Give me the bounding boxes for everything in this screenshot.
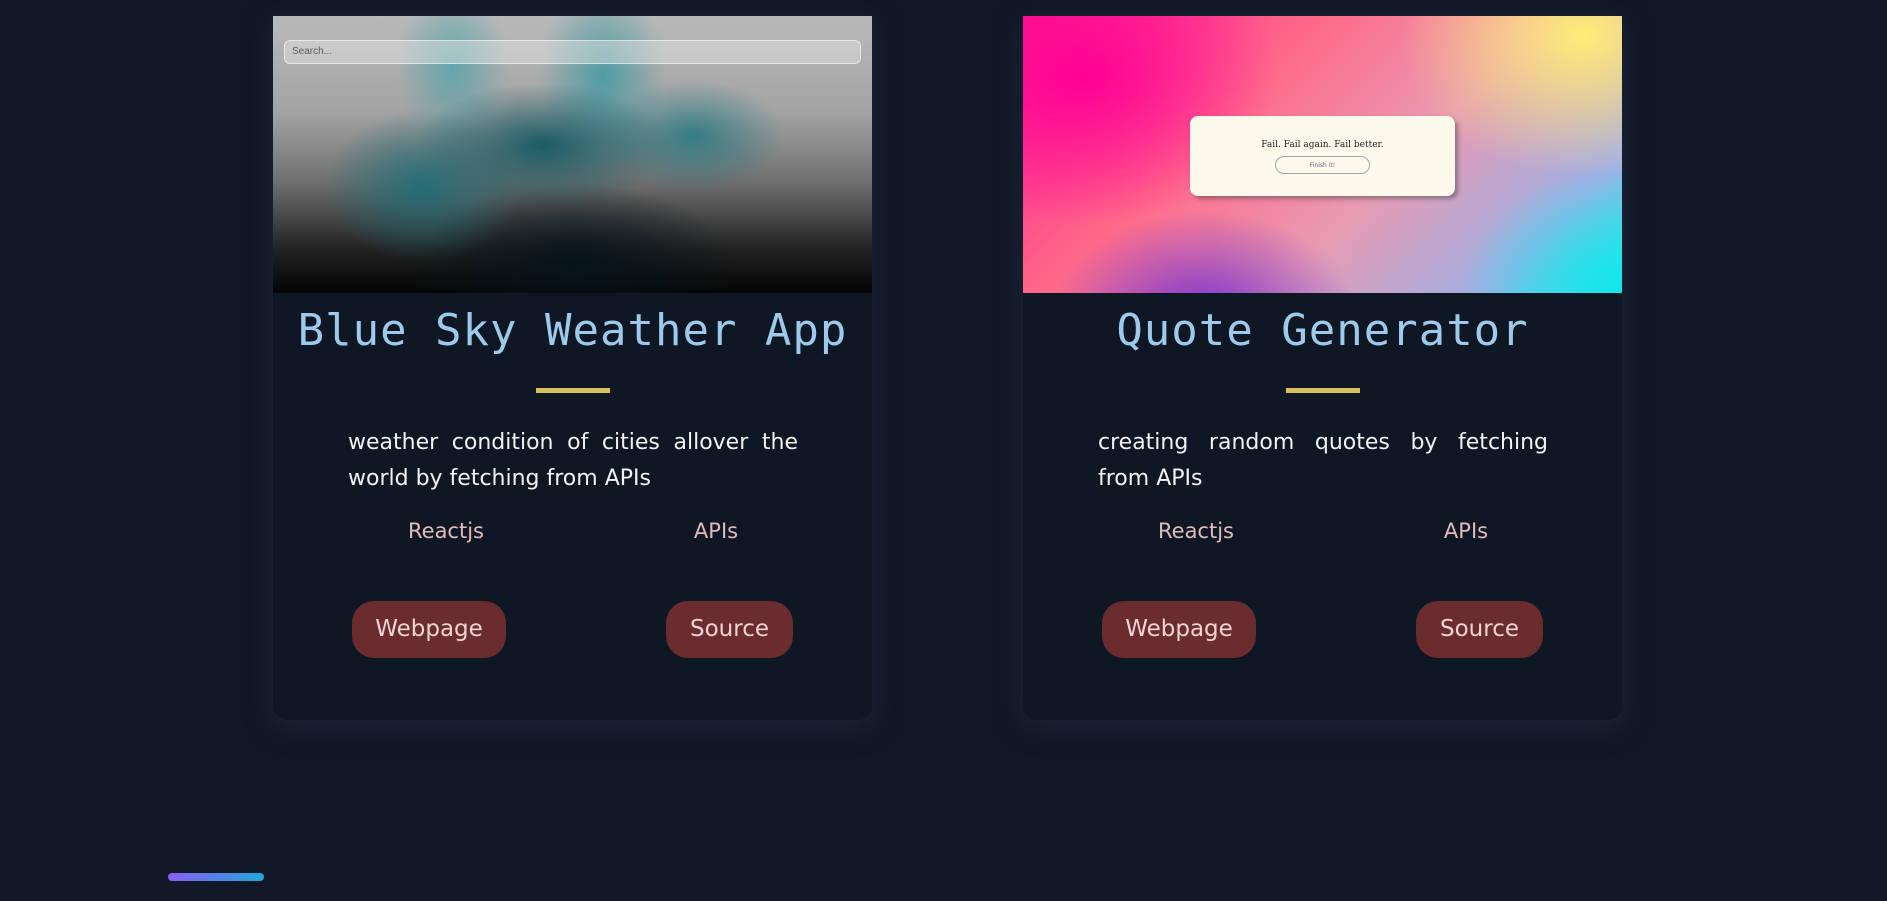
scroll-progress-bar <box>168 873 264 881</box>
project-card-quote: Fail. Fail again. Fail better. Finish it… <box>1023 16 1622 720</box>
tech-tags: Reactjs APIs <box>273 519 872 549</box>
thumbnail-quote-text: Fail. Fail again. Fail better. <box>1261 140 1384 150</box>
project-thumbnail-weather: Search... <box>273 16 872 293</box>
tech-tag: Reactjs <box>408 519 484 543</box>
source-button[interactable]: Source <box>1416 601 1543 658</box>
project-card-weather: Search... Blue Sky Weather App weather c… <box>273 16 872 720</box>
thumbnail-quote-box: Fail. Fail again. Fail better. Finish it… <box>1190 116 1455 196</box>
project-buttons: Webpage Source <box>1023 601 1622 659</box>
projects-page: Search... Blue Sky Weather App weather c… <box>0 0 1887 901</box>
tech-tag: APIs <box>693 519 739 543</box>
tech-tag: Reactjs <box>1158 519 1234 543</box>
project-description: weather condition of cities allover the … <box>348 430 798 491</box>
thumbnail-search-bar: Search... <box>284 40 861 64</box>
thumbnail-quote-button: Finish it! <box>1275 156 1370 174</box>
tech-tags: Reactjs APIs <box>1023 519 1622 549</box>
title-divider <box>535 388 610 393</box>
project-thumbnail-quote: Fail. Fail again. Fail better. Finish it… <box>1023 16 1622 293</box>
project-title: Quote Generator <box>1116 305 1529 356</box>
project-title: Blue Sky Weather App <box>297 305 848 356</box>
webpage-button[interactable]: Webpage <box>1102 601 1256 658</box>
webpage-button[interactable]: Webpage <box>352 601 506 658</box>
title-divider <box>1285 388 1360 393</box>
source-button[interactable]: Source <box>666 601 793 658</box>
project-buttons: Webpage Source <box>273 601 872 659</box>
tech-tag: APIs <box>1443 519 1489 543</box>
project-description: creating random quotes by fetching from … <box>1098 430 1548 491</box>
